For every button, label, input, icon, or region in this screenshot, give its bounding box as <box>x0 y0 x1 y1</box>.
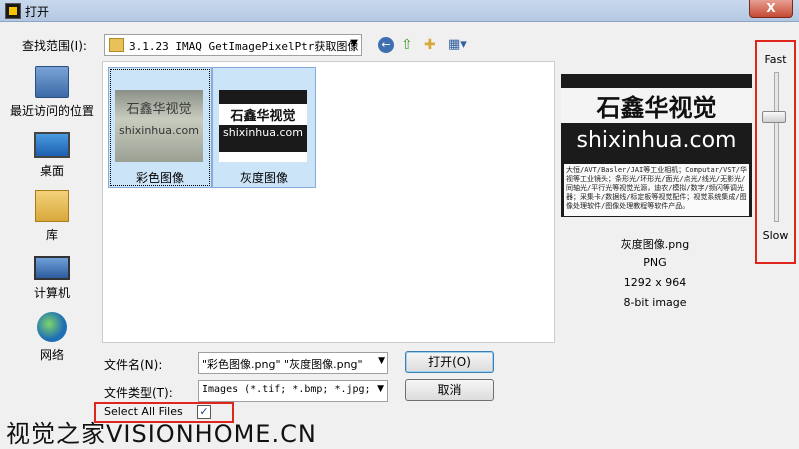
library-icon <box>35 190 69 222</box>
look-in-label: 查找范围(I): <box>22 39 87 53</box>
thumbnail-title: 石鑫华视觉 <box>126 102 192 117</box>
recent-places-icon <box>35 66 69 98</box>
view-menu-icon[interactable]: ▦▾ <box>448 37 470 53</box>
place-library[interactable]: 库 <box>6 190 98 243</box>
open-button[interactable]: 打开(O) <box>405 351 494 373</box>
folder-icon <box>109 38 124 52</box>
new-folder-icon[interactable]: ✚ <box>424 37 440 53</box>
preview-filename: 灰度图像.png <box>620 238 690 251</box>
preview-bitdepth: 8-bit image <box>623 296 687 309</box>
place-label: 库 <box>45 228 58 242</box>
computer-icon <box>34 256 70 280</box>
chevron-down-icon[interactable]: ▼ <box>350 38 358 49</box>
filename-field[interactable]: "彩色图像.png" "灰度图像.png" ▼ <box>198 352 388 374</box>
up-folder-icon[interactable]: ⇧ <box>401 37 417 53</box>
file-item[interactable]: 石鑫华视觉 shixinhua.com 灰度图像 <box>212 67 316 188</box>
place-network[interactable]: 网络 <box>6 312 98 363</box>
window-title: 打开 <box>25 5 50 19</box>
current-path: 3.1.23 IMAQ GetImagePixelPtr获取图像 <box>129 40 359 53</box>
filetype-label: 文件类型(T): <box>104 386 173 400</box>
preview-description: 大恒/AVT/Basler/JAI等工业相机；Computar/VST/华视等工… <box>564 164 749 216</box>
thumbnail-title: 石鑫华视觉 <box>219 104 307 125</box>
preview-title: 石鑫华视觉 <box>561 88 752 123</box>
thumbnail-url: shixinhua.com <box>119 124 199 137</box>
filetype-value: Images (*.tif; *.bmp; *.jpg; *.png) <box>202 384 372 395</box>
file-list[interactable]: 石鑫华视觉 shixinhua.com 彩色图像 石鑫华视觉 shixinhua… <box>102 61 555 343</box>
watermark: 视觉之家VISIONHOME.CN <box>6 420 317 448</box>
place-computer[interactable]: 计算机 <box>6 250 98 301</box>
file-name: 灰度图像 <box>239 171 288 185</box>
thumbnail-url: shixinhua.com <box>223 126 303 139</box>
image-preview: 石鑫华视觉 shixinhua.com 大恒/AVT/Basler/JAI等工业… <box>561 74 752 217</box>
slow-label: Slow <box>762 229 789 242</box>
cancel-button[interactable]: 取消 <box>405 379 494 401</box>
close-button[interactable]: X <box>749 0 793 18</box>
chevron-down-icon[interactable]: ▼ <box>378 356 385 366</box>
chevron-down-icon[interactable]: ▼ <box>377 384 384 394</box>
preview-format: PNG <box>643 256 667 269</box>
title-bar: 打开 X <box>0 0 799 22</box>
place-label: 桌面 <box>39 164 64 178</box>
look-in-combo[interactable]: 3.1.23 IMAQ GetImagePixelPtr获取图像 ▼ <box>104 34 362 56</box>
preview-url: shixinhua.com <box>576 128 737 153</box>
file-name: 彩色图像 <box>135 171 184 185</box>
place-label: 网络 <box>39 348 64 362</box>
file-thumbnail: 石鑫华视觉 shixinhua.com <box>115 90 203 162</box>
network-icon <box>37 312 67 342</box>
slider-track[interactable] <box>774 72 779 222</box>
desktop-icon <box>34 132 70 158</box>
file-item[interactable]: 石鑫华视觉 shixinhua.com 彩色图像 <box>108 67 212 188</box>
place-recent[interactable]: 最近访问的位置 <box>6 66 98 119</box>
place-desktop[interactable]: 桌面 <box>6 128 98 179</box>
back-icon[interactable]: ← <box>378 37 394 53</box>
place-label: 最近访问的位置 <box>9 104 94 118</box>
places-bar: 最近访问的位置 桌面 库 计算机 网络 <box>6 60 98 440</box>
app-icon <box>5 3 21 19</box>
speed-slider-highlight: Fast Slow <box>755 40 796 264</box>
place-label: 计算机 <box>33 286 70 300</box>
filename-value: "彩色图像.png" "灰度图像.png" <box>202 358 363 371</box>
filename-label: 文件名(N): <box>104 358 163 372</box>
slider-thumb[interactable] <box>762 111 786 124</box>
file-thumbnail: 石鑫华视觉 shixinhua.com <box>219 90 307 162</box>
filetype-select[interactable]: Images (*.tif; *.bmp; *.jpg; *.png) ▼ <box>198 380 388 402</box>
fast-label: Fast <box>764 53 787 66</box>
preview-dimensions: 1292 x 964 <box>623 276 687 289</box>
